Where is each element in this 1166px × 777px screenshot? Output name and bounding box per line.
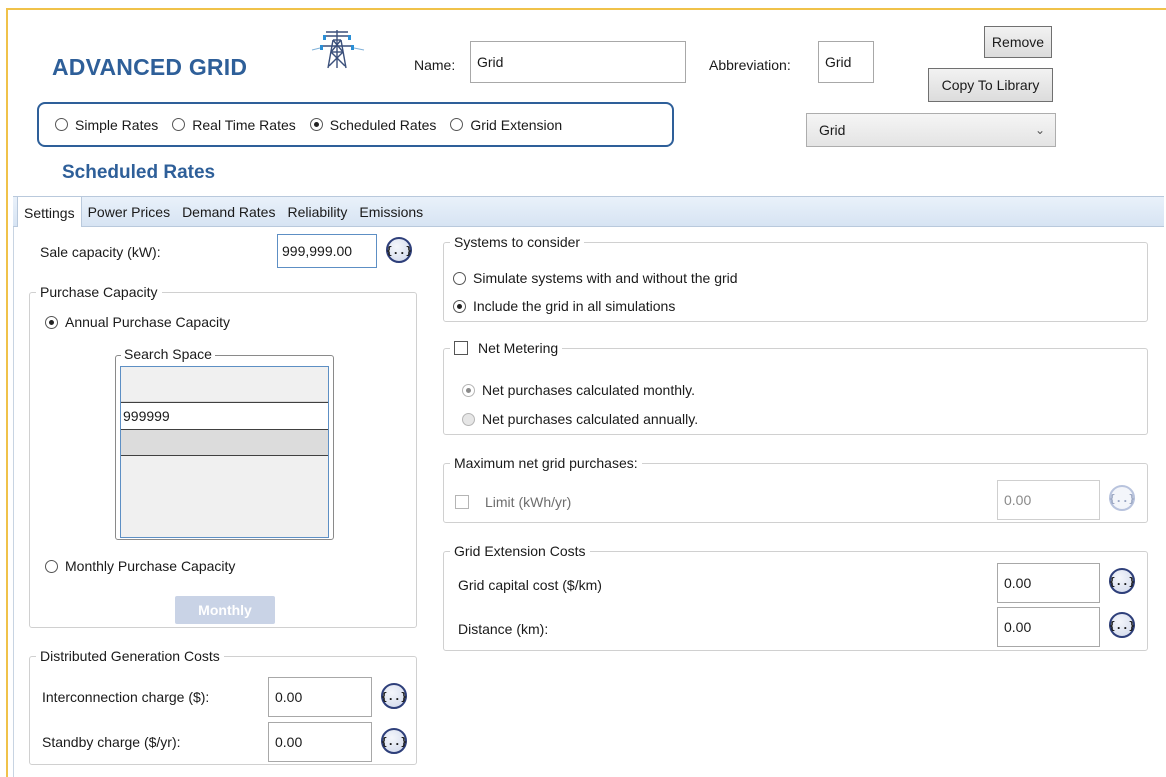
radio-net-monthly[interactable] [462,383,475,397]
radio-grid-extension[interactable] [450,118,464,131]
mode-label: Scheduled Rates [329,116,437,133]
radio-scheduled-rates[interactable] [309,118,323,131]
rate-mode-group: Simple Rates Real Time Rates Scheduled R… [37,102,674,147]
copy-to-library-button[interactable]: Copy To Library [928,68,1053,102]
standby-sensitivity-button[interactable]: {..} [381,728,407,754]
grid-capital-cost-label: Grid capital cost ($/km) [458,577,602,593]
radio-net-annual[interactable] [462,412,475,426]
standby-input[interactable]: 0.00 [268,722,372,762]
search-space-header [121,367,328,402]
include-grid-option[interactable]: Include the grid in all simulations [453,298,675,314]
radio-include-grid[interactable] [453,299,466,313]
name-input[interactable]: Grid [470,41,686,83]
mode-label: Simple Rates [75,116,159,133]
search-space-cell[interactable]: 999999 [121,402,328,430]
radio-simulate-with-without[interactable] [453,271,466,285]
include-grid-label: Include the grid in all simulations [473,298,676,314]
mode-grid-extension[interactable]: Grid Extension [450,117,562,133]
radio-annual-purchase[interactable] [45,315,58,329]
monthly-purchase-capacity-option[interactable]: Monthly Purchase Capacity [45,558,235,574]
grid-capital-sensitivity-button[interactable]: {..} [1109,568,1135,594]
interconnection-input[interactable]: 0.00 [268,677,372,717]
tab-emissions[interactable]: Emissions [353,196,429,226]
mode-simple-rates[interactable]: Simple Rates [55,117,158,133]
tab-bar: Settings Power Prices Demand Rates Relia… [13,196,1164,227]
sale-capacity-label: Sale capacity (kW): [40,244,161,260]
net-metering-legend: Net Metering [450,340,562,356]
abbreviation-input[interactable]: Grid [818,41,874,83]
net-monthly-label: Net purchases calculated monthly. [482,382,695,398]
page-title: ADVANCED GRID [52,54,248,80]
net-annual-label: Net purchases calculated annually. [482,411,699,427]
search-space-cell-empty[interactable] [121,430,328,456]
power-tower-icon [306,28,368,73]
mode-real-time-rates[interactable]: Real Time Rates [172,116,296,133]
standby-label: Standby charge ($/yr): [42,734,181,750]
net-metering-label: Net Metering [478,340,559,356]
radio-simple-rates[interactable] [55,118,68,131]
monthly-button[interactable]: Monthly [175,596,275,624]
search-space-legend: Search Space [121,346,215,362]
name-label: Name: [414,57,456,73]
tab-demand-rates[interactable]: Demand Rates [176,196,281,226]
annual-purchase-capacity-option[interactable]: Annual Purchase Capacity [45,314,230,330]
purchase-capacity-legend: Purchase Capacity [40,284,158,300]
distance-sensitivity-button[interactable]: {..} [1109,612,1135,638]
distance-input[interactable]: 0.00 [997,607,1100,647]
search-space-grid[interactable]: 999999 [120,366,329,538]
chevron-down-icon: ⌄ [1034,123,1045,137]
interconnection-label: Interconnection charge ($): [42,689,210,705]
sale-capacity-sensitivity-button[interactable]: {..} [386,237,412,263]
limit-label: Limit (kWh/yr) [485,494,572,510]
simulate-with-without-option[interactable]: Simulate systems with and without the gr… [453,270,738,286]
net-annual-option[interactable]: Net purchases calculated annually. [462,411,698,427]
grid-capital-cost-input[interactable]: 0.00 [997,563,1100,603]
monthly-purchase-label: Monthly Purchase Capacity [65,558,236,574]
library-select[interactable]: Grid ⌄ [806,113,1056,147]
tab-settings[interactable]: Settings [17,196,82,227]
systems-legend: Systems to consider [454,234,581,250]
limit-option[interactable]: Limit (kWh/yr) [455,494,571,510]
radio-monthly-purchase[interactable] [45,559,58,573]
annual-purchase-label: Annual Purchase Capacity [65,314,230,330]
radio-real-time-rates[interactable] [172,118,186,131]
limit-checkbox[interactable] [455,495,469,509]
mode-label: Grid Extension [470,116,563,133]
limit-input[interactable]: 0.00 [997,480,1100,520]
sale-capacity-input[interactable]: 999,999.00 [277,234,377,268]
max-net-legend: Maximum net grid purchases: [454,455,638,471]
net-metering-checkbox[interactable] [454,341,468,355]
section-title: Scheduled Rates [62,162,216,183]
library-select-value: Grid [819,122,846,138]
net-monthly-option[interactable]: Net purchases calculated monthly. [462,382,695,398]
distance-label: Distance (km): [458,621,549,637]
tab-power-prices[interactable]: Power Prices [82,196,176,226]
limit-sensitivity-button[interactable]: {..} [1109,485,1135,511]
grid-extension-legend: Grid Extension Costs [454,543,586,559]
mode-scheduled-rates[interactable]: Scheduled Rates [309,116,437,133]
abbreviation-label: Abbreviation: [709,57,791,73]
simulate-with-without-label: Simulate systems with and without the gr… [473,270,738,286]
tab-reliability[interactable]: Reliability [281,196,353,226]
remove-button[interactable]: Remove [984,26,1052,58]
mode-label: Real Time Rates [192,116,296,133]
dg-costs-legend: Distributed Generation Costs [40,648,220,664]
interconnection-sensitivity-button[interactable]: {..} [381,683,407,709]
